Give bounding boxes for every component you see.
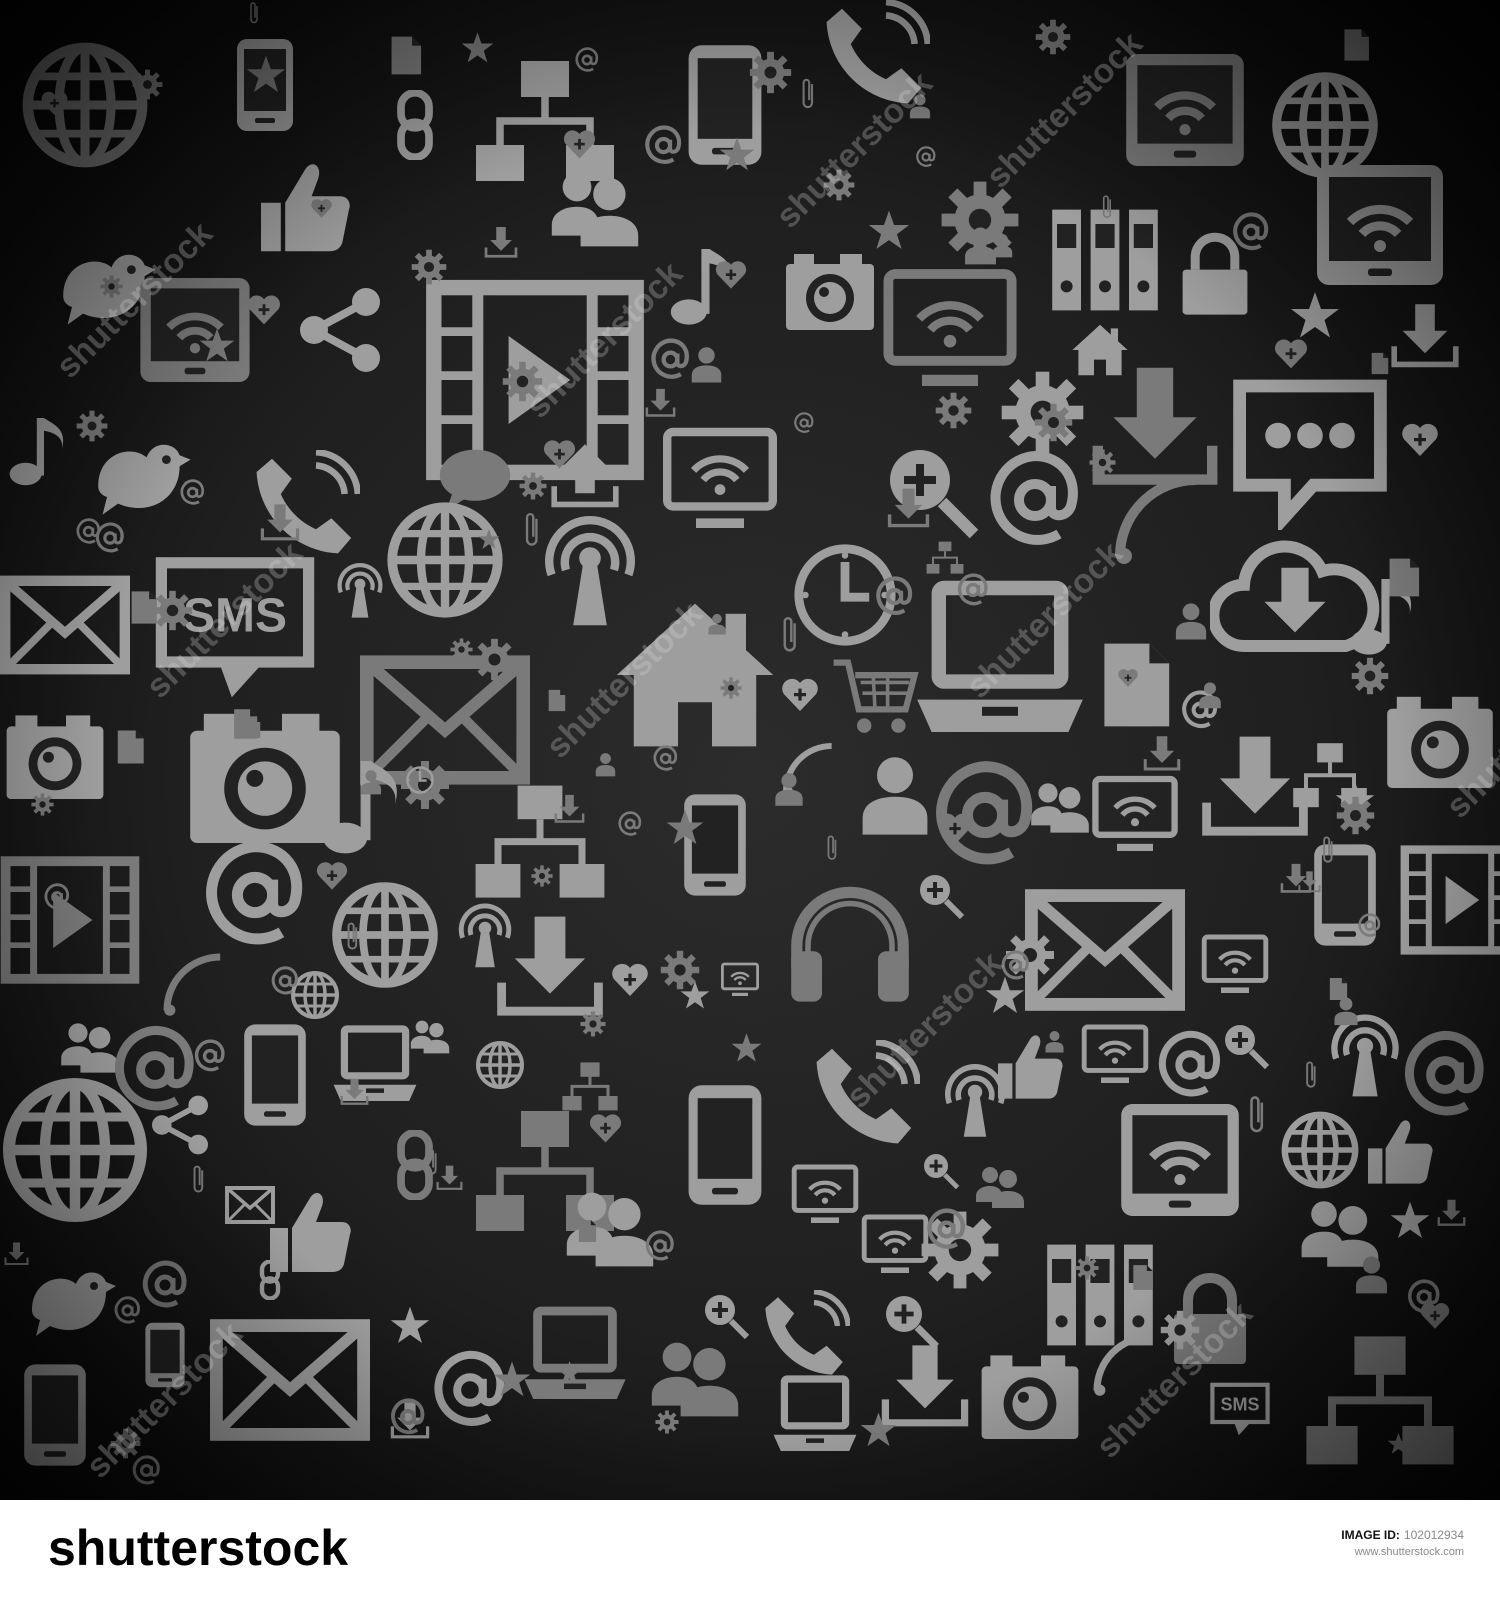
image-id: IMAGE ID: 102012934 — [1341, 1528, 1464, 1542]
site-url: www.shutterstock.com — [1354, 1546, 1464, 1558]
brand-logo: shutterstock — [48, 1520, 349, 1576]
vignette-overlay — [0, 0, 1500, 1500]
stock-footer: shutterstock IMAGE ID: 102012934 www.shut… — [0, 1500, 1500, 1600]
image-id-value: 102012934 — [1403, 1528, 1464, 1542]
icon-pattern-background: SMS shutterstockshutterstockshutterstock… — [0, 0, 1500, 1500]
image-id-label: IMAGE ID: — [1341, 1528, 1400, 1542]
